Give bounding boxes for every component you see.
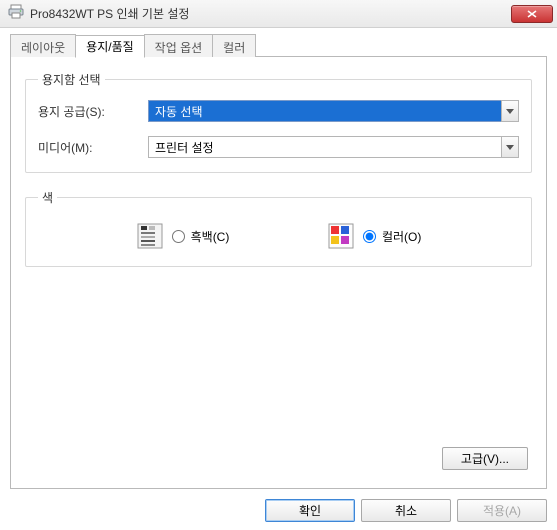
color-icon [327,222,355,250]
black-white-icon [136,222,164,250]
tab-colour[interactable]: 컬러 [212,34,256,57]
bw-radio[interactable]: 흑백(C) [172,228,230,245]
paper-source-label: 용지 공급(S): [38,103,148,120]
tab-bar: 레이아웃 용지/품질 작업 옵션 컬러 [10,34,547,57]
media-value: 프린터 설정 [148,136,501,158]
close-button[interactable] [511,5,553,23]
advanced-button[interactable]: 고급(V)... [442,447,528,470]
apply-button[interactable]: 적용(A) [457,499,547,522]
bw-radio-label: 흑백(C) [191,228,230,245]
tab-layout[interactable]: 레이아웃 [10,34,76,57]
color-group: 색 [25,189,532,267]
color-radio-label: 컬러(O) [382,228,421,245]
ok-button[interactable]: 확인 [265,499,355,522]
tab-paper-quality[interactable]: 용지/품질 [75,35,145,58]
window-title: Pro8432WT PS 인쇄 기본 설정 [30,5,511,22]
dialog-footer: 확인 취소 적용(A) [0,499,557,522]
printer-icon [8,4,24,23]
chevron-down-icon[interactable] [501,136,519,158]
color-radio[interactable]: 컬러(O) [363,228,421,245]
tray-select-legend: 용지함 선택 [38,71,105,88]
tab-panel: 용지함 선택 용지 공급(S): 자동 선택 미디어(M): 프린터 설정 색 [10,57,547,489]
tray-select-group: 용지함 선택 용지 공급(S): 자동 선택 미디어(M): 프린터 설정 [25,71,532,173]
tab-job-options[interactable]: 작업 옵션 [144,34,214,57]
media-select[interactable]: 프린터 설정 [148,136,519,158]
cancel-button[interactable]: 취소 [361,499,451,522]
media-label: 미디어(M): [38,139,148,156]
paper-source-select[interactable]: 자동 선택 [148,100,519,122]
chevron-down-icon[interactable] [501,100,519,122]
paper-source-value: 자동 선택 [148,100,501,122]
color-legend: 색 [38,189,57,206]
bw-radio-input[interactable] [172,230,185,243]
title-bar: Pro8432WT PS 인쇄 기본 설정 [0,0,557,28]
close-icon [527,7,537,21]
color-radio-input[interactable] [363,230,376,243]
